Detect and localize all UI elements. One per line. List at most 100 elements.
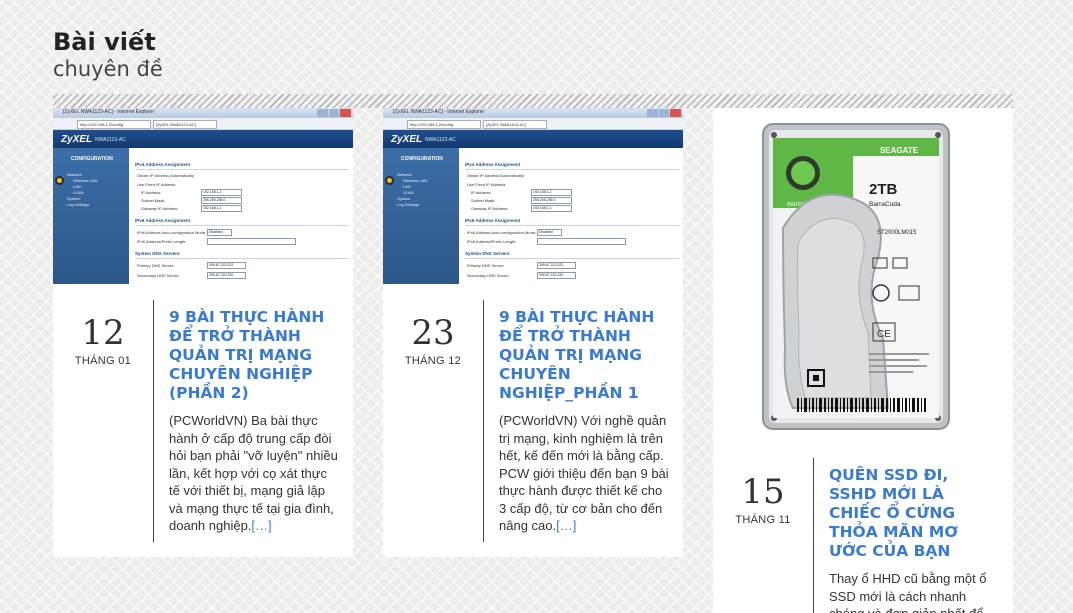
screenshot-input: 209.67.222.222 bbox=[207, 262, 246, 269]
screenshot-label: Use Fixed IP Address bbox=[467, 182, 506, 187]
gear-icon bbox=[55, 176, 64, 185]
post-date: 23 THÁNG 12 bbox=[383, 313, 483, 367]
post-month: THÁNG 12 bbox=[404, 355, 462, 367]
date-divider bbox=[483, 300, 484, 542]
screenshot-input bbox=[207, 238, 296, 245]
screenshot-label: Subnet Mask: bbox=[471, 198, 496, 203]
date-divider bbox=[153, 300, 154, 542]
screenshot-input: 255.255.255.0 bbox=[201, 197, 242, 204]
screenshot-section-title: IPv6 Address Assignment bbox=[465, 218, 521, 223]
screenshot-window-title: [ZyXEL NWA1123-AC] - Internet Explorer bbox=[393, 109, 485, 115]
screenshot-nav-item: Network bbox=[67, 172, 82, 177]
post-card: [ZyXEL NWA1123-AC] - Internet Explorer h… bbox=[383, 108, 683, 557]
screenshot-tab: [ZyXEL NWA1123-AC] bbox=[153, 120, 217, 129]
screenshot-nav-item: VLAN bbox=[403, 190, 414, 195]
screenshot-input: 209.67.220.220 bbox=[537, 272, 576, 279]
screenshot-model: NWA1123-AC bbox=[425, 137, 456, 143]
post-date: 12 THÁNG 01 bbox=[53, 313, 153, 367]
post-date: 15 THÁNG 11 bbox=[713, 472, 813, 526]
post-day: 15 bbox=[741, 472, 785, 512]
post-card: [ZyXEL NWA1123-AC] - Internet Explorer h… bbox=[53, 108, 353, 557]
screenshot-window-title: [ZyXEL NWA1123-AC] - Internet Explorer bbox=[63, 109, 155, 115]
post-body: 9 BÀI THỰC HÀNH ĐỂ TRỞ THÀNH QUẢN TRỊ MẠ… bbox=[499, 308, 669, 535]
post-body: 9 BÀI THỰC HÀNH ĐỂ TRỞ THÀNH QUẢN TRỊ MẠ… bbox=[169, 308, 339, 535]
screenshot-section-title: IPv4 Address Assignment bbox=[465, 162, 521, 167]
screenshot-label: Obtain IP Address Automatically bbox=[137, 173, 194, 178]
post-excerpt: (PCWorldVN) Với nghề quản trị mạng, kinh… bbox=[499, 412, 669, 535]
hatched-divider bbox=[53, 94, 1013, 108]
hdd-line: BarraCuda bbox=[869, 201, 901, 208]
screenshot-input: 192.168.1.2 bbox=[531, 189, 572, 196]
post-month: THÁNG 11 bbox=[735, 514, 791, 526]
screenshot-input: 209.67.222.222 bbox=[537, 262, 576, 269]
screenshot-label: IPv6 Address/Prefix Length: bbox=[467, 239, 517, 244]
section-title: Bài viết bbox=[53, 28, 156, 56]
screenshot-nav-item: LAN bbox=[403, 184, 411, 189]
screenshot-tab: [ZyXEL NWA1123-AC] bbox=[483, 120, 547, 129]
screenshot-section-title: IPv4 Address Assignment bbox=[135, 162, 191, 167]
post-title-link[interactable]: QUÊN SSD ĐI, SSHD MỚI LÀ CHIẾC Ổ CỨNG TH… bbox=[829, 466, 999, 561]
screenshot-section-title: System DNS Servers bbox=[135, 251, 180, 256]
post-body: QUÊN SSD ĐI, SSHD MỚI LÀ CHIẾC Ổ CỨNG TH… bbox=[829, 466, 999, 613]
screenshot-titlebar: [ZyXEL NWA1123-AC] - Internet Explorer bbox=[53, 108, 353, 118]
screenshot-label: IP Address: bbox=[471, 190, 492, 195]
post-excerpt-text: (PCWorldVN) Với nghề quản trị mạng, kinh… bbox=[499, 413, 669, 533]
hdd-model: ST2000LM015 bbox=[877, 230, 917, 236]
screenshot-addressbar: http://192.168.1.2/config [ZyXEL NWA1123… bbox=[53, 118, 353, 130]
read-more-link[interactable]: […] bbox=[556, 518, 576, 533]
post-thumbnail[interactable]: [ZyXEL NWA1123-AC] - Internet Explorer h… bbox=[53, 108, 353, 284]
screenshot-input bbox=[537, 238, 626, 245]
screenshot-content: IPv4 Address Assignment Obtain IP Addres… bbox=[133, 152, 351, 282]
screenshot-nav-config: CONFIGURATION bbox=[401, 156, 443, 162]
screenshot-input: 192.168.1.2 bbox=[201, 189, 242, 196]
screenshot-label: IP Address: bbox=[141, 190, 162, 195]
screenshot-nav-item: Wireless LAN bbox=[73, 178, 98, 183]
post-excerpt: Thay ổ HHD cũ bằng một ổ SSD mới là cách… bbox=[829, 570, 999, 613]
screenshot-model: NWA1123-AC bbox=[95, 137, 126, 143]
screenshot-input: 192.168.1.1 bbox=[201, 205, 242, 212]
post-excerpt-text: (PCWorldVN) Ba bài thực hành ở cấp độ tr… bbox=[169, 413, 338, 533]
screenshot-input: 209.67.220.220 bbox=[207, 272, 246, 279]
screenshot-nav-item: System bbox=[397, 196, 411, 201]
screenshot-header: ZyXEL NWA1123-AC bbox=[383, 130, 683, 148]
screenshot-sidebar: CONFIGURATION Network Wireless LAN LAN V… bbox=[53, 148, 129, 284]
screenshot-label: IPv6 Address Auto-configuration Mode: bbox=[467, 230, 537, 235]
post-thumbnail[interactable]: [ZyXEL NWA1123-AC] - Internet Explorer h… bbox=[383, 108, 683, 284]
post-day: 23 bbox=[411, 313, 455, 353]
screenshot-label: Primary DNS Server: bbox=[137, 263, 175, 268]
section-subtitle: chuyên đề bbox=[53, 57, 163, 81]
screenshot-label: Primary DNS Server: bbox=[467, 263, 505, 268]
screenshot-header: ZyXEL NWA1123-AC bbox=[53, 130, 353, 148]
screenshot-nav-item: VLAN bbox=[73, 190, 84, 195]
screenshot-nav-item: Wireless LAN bbox=[403, 178, 428, 183]
post-excerpt-text: Thay ổ HHD cũ bằng một ổ SSD mới là cách… bbox=[829, 571, 987, 613]
screenshot-nav-item: Log Settings bbox=[67, 202, 90, 207]
post-title-link[interactable]: 9 BÀI THỰC HÀNH ĐỂ TRỞ THÀNH QUẢN TRỊ MẠ… bbox=[499, 308, 669, 403]
screenshot-nav-config: CONFIGURATION bbox=[71, 156, 113, 162]
section-heading: Bài viết chuyên đề bbox=[53, 28, 163, 82]
screenshot-label: Gateway IP Address: bbox=[471, 206, 509, 211]
date-divider bbox=[813, 458, 814, 613]
screenshot-nav-item: System bbox=[67, 196, 81, 201]
screenshot-label: IPv6 Address Auto-configuration Mode: bbox=[137, 230, 207, 235]
gear-icon bbox=[385, 176, 394, 185]
screenshot-label: IPv6 Address/Prefix Length: bbox=[137, 239, 187, 244]
screenshot-url: http://192.168.1.2/config bbox=[407, 120, 481, 129]
screenshot-select: Disabled bbox=[207, 229, 232, 236]
screenshot-label: Secondary DNS Server: bbox=[467, 273, 510, 278]
screenshot-section-title: System DNS Servers bbox=[465, 251, 510, 256]
post-excerpt: (PCWorldVN) Ba bài thực hành ở cấp độ tr… bbox=[169, 412, 339, 535]
screenshot-titlebar: [ZyXEL NWA1123-AC] - Internet Explorer bbox=[383, 108, 683, 118]
screenshot-select: Disabled bbox=[537, 229, 562, 236]
read-more-link[interactable]: […] bbox=[251, 518, 271, 533]
screenshot-input: 255.255.255.0 bbox=[531, 197, 572, 204]
post-month: THÁNG 01 bbox=[74, 355, 132, 367]
screenshot-label: Obtain IP Address Automatically bbox=[467, 173, 524, 178]
post-card: BARRACUDA SEAGATE 2TB BarraCuda ST2000LM… bbox=[713, 108, 1013, 613]
hdd-capacity: 2TB bbox=[869, 181, 898, 198]
post-day: 12 bbox=[81, 313, 125, 353]
post-title-link[interactable]: 9 BÀI THỰC HÀNH ĐỂ TRỞ THÀNH QUẢN TRỊ MẠ… bbox=[169, 308, 339, 403]
screenshot-sidebar: CONFIGURATION Network Wireless LAN LAN V… bbox=[383, 148, 459, 284]
screenshot-nav-item: Log Settings bbox=[397, 202, 420, 207]
post-thumbnail[interactable]: BARRACUDA SEAGATE 2TB BarraCuda ST2000LM… bbox=[713, 108, 1013, 453]
